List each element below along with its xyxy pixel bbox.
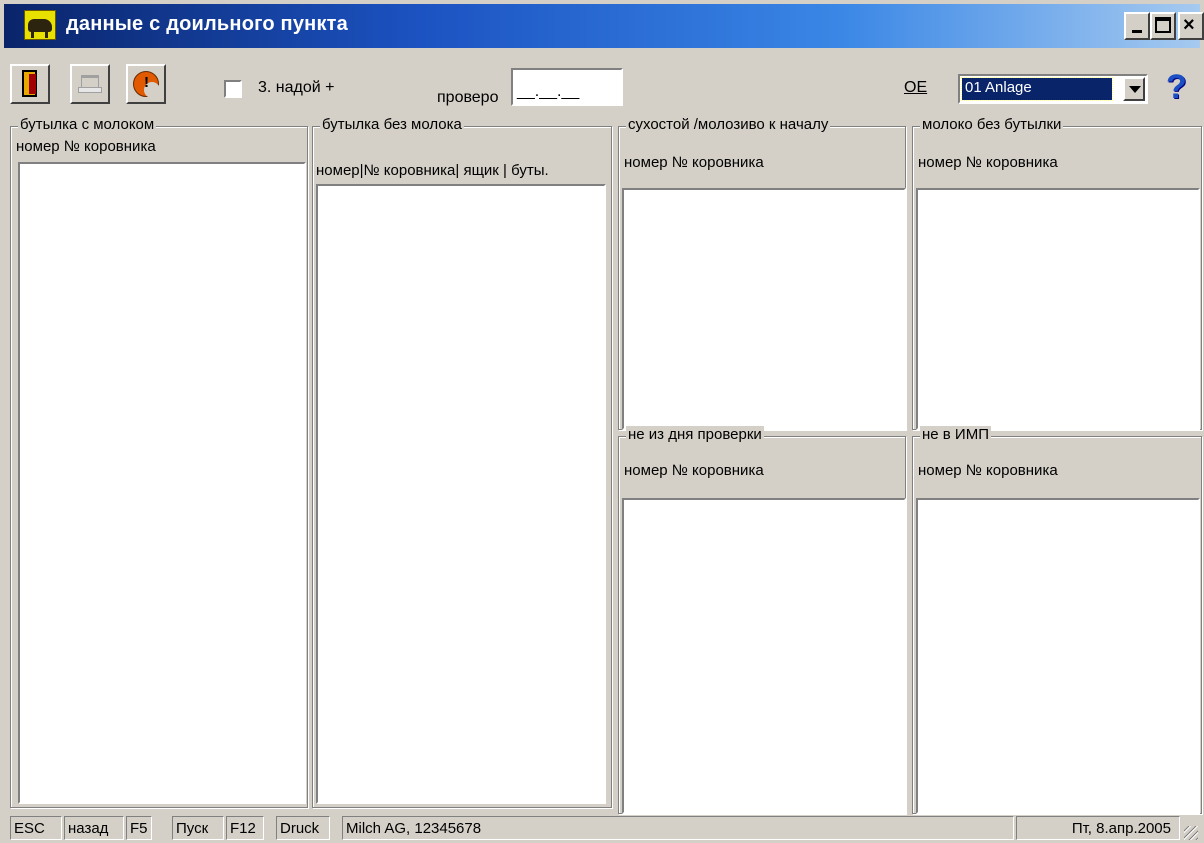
status-start-label: Пуск [172, 816, 224, 840]
list-not-in-imp[interactable] [916, 498, 1200, 814]
printer-tray [78, 87, 102, 93]
close-button[interactable]: × [1178, 12, 1204, 40]
status-print-label: Druck [276, 816, 330, 840]
exit-button[interactable] [10, 64, 50, 104]
panel-bottle-with-milk: бутылка с молоком номер № коровника [10, 116, 308, 808]
status-company: Milch AG, 12345678 [342, 816, 1014, 840]
dropdown-arrow-button[interactable] [1123, 77, 1145, 101]
maximize-button[interactable] [1150, 12, 1176, 40]
minimize-icon [1132, 30, 1142, 33]
door-opening [29, 74, 36, 94]
list-bottle-with-milk[interactable] [18, 162, 306, 804]
status-f12-key: F12 [226, 816, 264, 840]
close-icon: × [1183, 14, 1195, 36]
panel-milk-without-bottle: молоко без бутылки номер № коровника [912, 116, 1202, 430]
list-not-check-day[interactable] [622, 498, 906, 814]
title-bar[interactable]: данные с доильного пункта × [4, 4, 1204, 48]
list-dry-colostrum[interactable] [622, 188, 906, 430]
resize-grip[interactable] [1184, 826, 1198, 840]
list-milk-without-bottle[interactable] [916, 188, 1200, 430]
list-bottle-without-milk[interactable] [316, 184, 606, 804]
chevron-down-icon [1129, 86, 1141, 93]
panel-caption: не в ИМП [920, 426, 991, 443]
minimize-button[interactable] [1124, 12, 1150, 40]
status-bar: ESC назад F5 Пуск F12 Druck Milch AG, 12… [4, 814, 1200, 842]
oe-selected-value: 01 Anlage [961, 77, 1113, 101]
panel-caption: бутылка без молока [320, 116, 464, 133]
window-title: данные с доильного пункта [66, 13, 348, 35]
status-f5-key: F5 [126, 816, 152, 840]
column-header: номер № коровника [16, 138, 156, 155]
status-esc-key: ESC [10, 816, 62, 840]
maximize-icon [1155, 17, 1171, 33]
panel-not-check-day: не из дня проверки номер № коровника [618, 426, 906, 814]
help-icon[interactable]: ? [1166, 68, 1187, 107]
third-milking-label: 3. надой + [258, 79, 335, 96]
oe-label: OE [904, 79, 928, 96]
column-header: номер № коровника [624, 462, 764, 479]
main-window: данные с доильного пункта × ! 3. надой +… [0, 0, 1204, 843]
panel-bottle-without-milk: бутылка без молока номер|№ коровника| ящ… [312, 116, 612, 808]
panel-dry-colostrum: сухостой /молозиво к началу номер № коро… [618, 116, 906, 430]
print-button[interactable] [70, 64, 110, 104]
cow-icon [24, 10, 56, 40]
panel-caption: бутылка с молоком [18, 116, 157, 133]
refresh-mark: ! [144, 74, 149, 91]
column-header: номер № коровника [918, 154, 1058, 171]
status-date: Пт, 8.апр.2005 [1016, 816, 1180, 840]
column-header: номер|№ коровника| ящик | буты. [316, 162, 549, 179]
column-header: номер № коровника [918, 462, 1058, 479]
status-back-label: назад [64, 816, 124, 840]
panel-not-in-imp: не в ИМП номер № коровника [912, 426, 1202, 814]
check-date-label: проверо [437, 89, 499, 106]
panel-caption: молоко без бутылки [920, 116, 1064, 133]
column-header: номер № коровника [624, 154, 764, 171]
panel-caption: не из дня проверки [626, 426, 764, 443]
third-milking-checkbox[interactable] [224, 80, 242, 98]
toolbar: ! 3. надой + проверо __.__.__ OE 01 Anla… [4, 50, 1200, 112]
oe-dropdown[interactable]: 01 Anlage [958, 74, 1148, 104]
check-date-input[interactable]: __.__.__ [511, 68, 623, 106]
panel-caption: сухостой /молозиво к началу [626, 116, 831, 133]
refresh-button[interactable]: ! [126, 64, 166, 104]
